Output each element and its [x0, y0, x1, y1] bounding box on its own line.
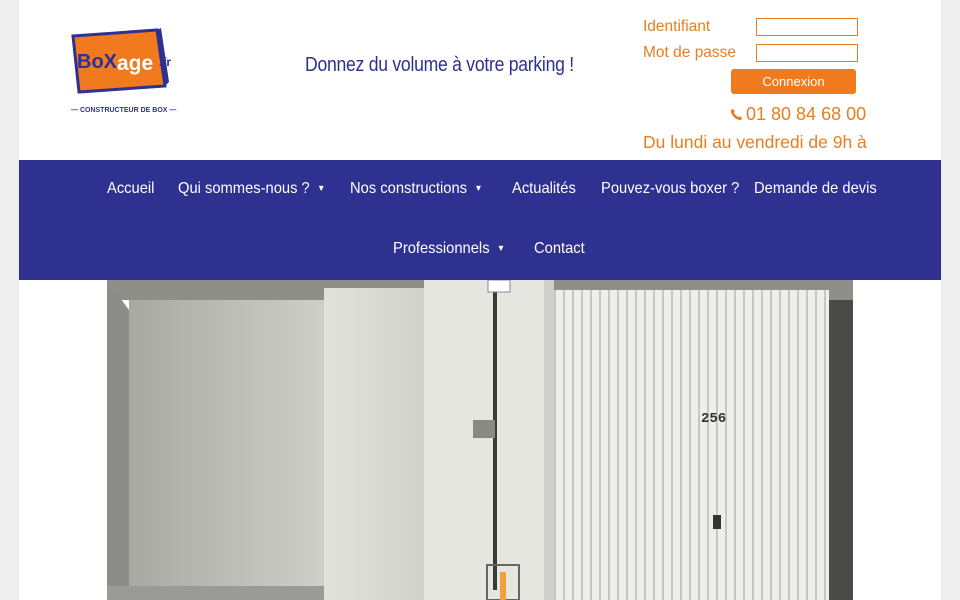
phone-icon [730, 108, 743, 121]
nav-item-label: Nos constructions [350, 180, 467, 197]
site-tagline: Donnez du volume à votre parking ! [305, 54, 574, 76]
nav-item-pouvez-vous-boxer[interactable]: Pouvez-vous boxer ? [601, 180, 739, 198]
nav-item-label: Pouvez-vous boxer ? [601, 180, 740, 197]
username-input[interactable] [756, 18, 858, 36]
nav-item-nos-constructions[interactable]: Nos constructions ▼ [350, 180, 483, 198]
hero-image: 256 [107, 280, 853, 600]
login-button[interactable]: Connexion [731, 69, 856, 94]
boxage-logo[interactable]: BoX age .fr — CONSTRUCTEUR DE BOX — [69, 26, 181, 116]
garage-door-photo: 256 [107, 280, 853, 600]
nav-item-accueil[interactable]: Accueil [107, 180, 154, 198]
chevron-down-icon: ▼ [317, 183, 326, 193]
logo-subtitle: — CONSTRUCTEUR DE BOX — [71, 107, 176, 114]
nav-item-label: Qui sommes-nous ? [178, 180, 310, 197]
nav-item-label: Contact [534, 240, 585, 257]
nav-item-contact[interactable]: Contact [534, 240, 585, 258]
nav-item-label: Professionnels [393, 240, 490, 257]
nav-item-professionnels[interactable]: Professionnels ▼ [393, 240, 505, 258]
phone-number: 01 80 84 68 00 [746, 104, 867, 124]
logo-text-box: BoX [77, 51, 118, 73]
nav-item-label: Actualités [512, 180, 576, 197]
password-label: Mot de passe [643, 44, 737, 61]
username-label: Identifiant [643, 18, 711, 35]
chevron-down-icon: ▼ [474, 183, 483, 193]
nav-item-label: Accueil [107, 180, 155, 197]
chevron-down-icon: ▼ [496, 243, 506, 253]
nav-item-demande-de-devis[interactable]: Demande de devis [754, 180, 877, 198]
logo-text-age: age [117, 52, 153, 75]
nav-item-qui-sommes-nous[interactable]: Qui sommes-nous ? ▼ [178, 180, 325, 198]
logo-text-fr: .fr [159, 55, 171, 69]
password-input[interactable] [756, 44, 858, 62]
nav-item-label: Demande de devis [754, 180, 877, 197]
logo-graphic: BoX age .fr — CONSTRUCTEUR DE BOX — [71, 28, 176, 114]
door-number: 256 [701, 411, 726, 427]
opening-hours: Du lundi au vendredi de 9h à [643, 132, 867, 152]
phone-link[interactable]: 01 80 84 68 00 [730, 104, 866, 125]
main-navigation: Accueil Qui sommes-nous ? ▼ Nos construct… [19, 160, 941, 280]
nav-item-actualites[interactable]: Actualités [512, 180, 576, 198]
page: BoX age .fr — CONSTRUCTEUR DE BOX — Donn… [19, 0, 941, 600]
